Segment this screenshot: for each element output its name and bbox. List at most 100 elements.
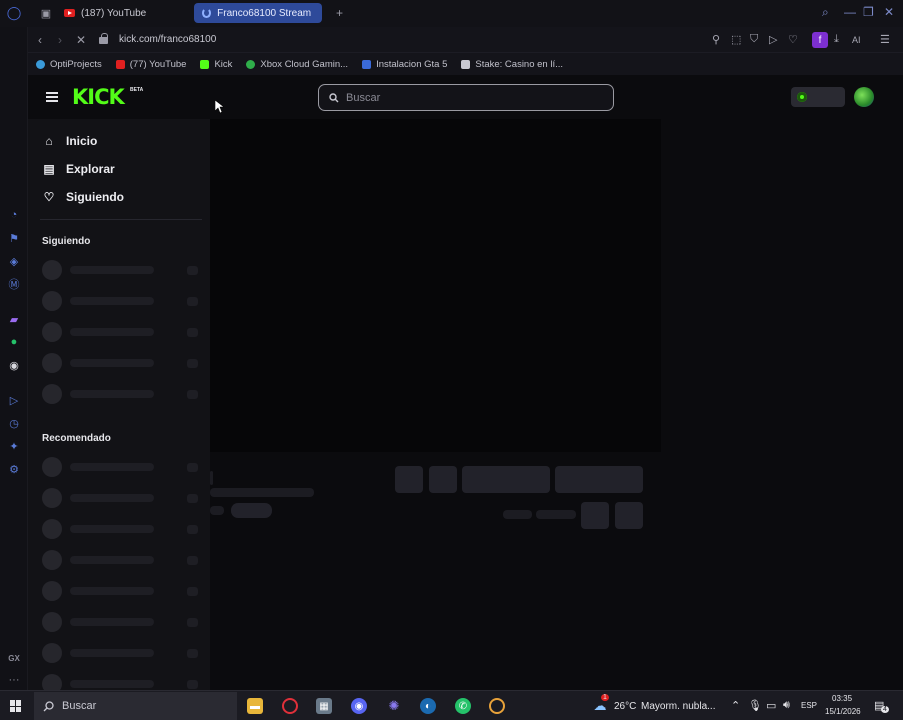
- maximize-icon[interactable]: ❐: [863, 5, 874, 19]
- gx-control-icon[interactable]: ◔: [6, 207, 22, 223]
- opera-logo-icon[interactable]: ◯: [6, 5, 22, 21]
- clock-date[interactable]: 15/1/2026: [825, 707, 861, 716]
- player-icon[interactable]: ▷: [6, 392, 22, 408]
- tab-label: (187) YouTube: [81, 7, 147, 19]
- bookmark-label: (77) YouTube: [129, 58, 187, 70]
- windows-start-icon[interactable]: [10, 700, 22, 712]
- kick-logo[interactable]: KICK: [72, 85, 125, 109]
- skeleton-row: [42, 260, 202, 280]
- gx-corner-icon[interactable]: ◈: [6, 253, 22, 269]
- pin-icon[interactable]: ⚲: [712, 33, 720, 46]
- bookmark-heart-icon[interactable]: ♡: [788, 33, 798, 46]
- optiprojects-icon: [36, 59, 45, 69]
- skeleton-button: [462, 466, 550, 493]
- whatsapp-icon[interactable]: ●: [6, 334, 22, 350]
- settings-icon[interactable]: ⚙: [6, 461, 22, 477]
- history-icon[interactable]: ◷: [6, 415, 22, 431]
- bookmark-kick[interactable]: Kick: [200, 59, 232, 70]
- discord-icon[interactable]: ◉: [6, 357, 22, 373]
- microphone-icon[interactable]: 🎙︎: [748, 699, 762, 712]
- lock-icon[interactable]: [99, 33, 108, 44]
- weather-text[interactable]: Mayorm. nubla...: [641, 701, 715, 712]
- skeleton-row: [42, 643, 202, 663]
- chevron-up-icon[interactable]: ⌃: [731, 699, 740, 712]
- user-status-button[interactable]: [791, 87, 845, 107]
- vpn-shield-icon[interactable]: ⛉: [750, 33, 758, 46]
- skeleton-button: [429, 466, 457, 493]
- recommended-section-title: Recomendado: [42, 433, 111, 444]
- app-star-icon[interactable]: ✺: [386, 698, 402, 714]
- url-field[interactable]: kick.com/franco68100: [119, 34, 216, 45]
- bookmarks-bar: OptiProjects (77) YouTube Kick Xbox Clou…: [28, 53, 903, 75]
- weather-temp[interactable]: 26°C: [614, 701, 636, 712]
- bookmark-xbox[interactable]: Xbox Cloud Gamin...: [246, 59, 348, 70]
- gta-icon: [362, 59, 372, 69]
- stake-icon: [461, 59, 471, 69]
- volume-icon[interactable]: 🔊︎: [783, 699, 790, 712]
- tab-kick-stream[interactable]: Franco68100 Stream - W: [194, 3, 322, 23]
- heart-icon: ♡: [43, 190, 55, 204]
- clock-time[interactable]: 03:35: [832, 694, 852, 703]
- skeleton-row: [42, 322, 202, 342]
- youtube-icon: [64, 9, 75, 17]
- address-bar-row: ‹ › ✕ kick.com/franco68100 ⚲ ⬚ ⛉ ▷ ♡ f ⤓…: [28, 27, 903, 53]
- search-input[interactable]: [346, 91, 586, 104]
- kick-header: KICK BETA: [28, 75, 903, 119]
- new-tab-button[interactable]: +: [328, 3, 351, 23]
- extensions-icon[interactable]: ✦: [6, 438, 22, 454]
- opera-gx-icon[interactable]: [282, 698, 298, 714]
- bookmark-label: OptiProjects: [50, 58, 102, 70]
- skeleton-row: [42, 581, 202, 601]
- nav-explorar[interactable]: ▤ Explorar: [42, 162, 114, 176]
- skeleton-row: [42, 674, 202, 690]
- obs-icon[interactable]: [489, 698, 505, 714]
- aria-icon[interactable]: ⚑: [6, 230, 22, 246]
- bookmark-stake[interactable]: Stake: Casino en lí...: [461, 59, 563, 70]
- bookmark-optiprojects[interactable]: OptiProjects: [36, 59, 102, 70]
- more-icon[interactable]: ···: [6, 672, 22, 688]
- ai-button[interactable]: AI: [852, 35, 861, 45]
- network-icon[interactable]: ▭: [766, 699, 776, 712]
- skeleton-tag: [210, 506, 224, 515]
- minimize-icon[interactable]: —: [844, 5, 856, 19]
- tab-youtube[interactable]: (187) YouTube: [56, 3, 154, 23]
- menu-icon[interactable]: [46, 92, 58, 102]
- kick-sidebar: ⌂ Inicio ▤ Explorar ♡ Siguiendo Siguiend…: [28, 119, 210, 690]
- taskbar-search-label: Buscar: [62, 700, 97, 712]
- avatar[interactable]: [854, 87, 874, 107]
- compass-icon: ▤: [43, 162, 55, 176]
- nav-inicio[interactable]: ⌂ Inicio: [42, 134, 97, 148]
- forward-icon[interactable]: ›: [58, 33, 62, 47]
- skeleton-button: [395, 466, 423, 493]
- video-popout-icon[interactable]: ▷: [769, 33, 777, 46]
- taskbar-search[interactable]: Buscar: [34, 692, 237, 720]
- file-explorer-icon[interactable]: ▬: [247, 698, 263, 714]
- notification-count: 4: [881, 706, 889, 713]
- stop-loading-icon[interactable]: ✕: [76, 33, 86, 47]
- snapshot-icon[interactable]: ⬚: [731, 33, 741, 46]
- messenger-icon[interactable]: Ⓜ: [6, 276, 22, 292]
- easy-setup-icon[interactable]: ☰: [880, 33, 890, 46]
- nav-siguiendo[interactable]: ♡ Siguiendo: [42, 190, 124, 204]
- video-player-placeholder[interactable]: [210, 119, 661, 452]
- whatsapp-icon[interactable]: ✆: [455, 698, 471, 714]
- skeleton-row: [42, 550, 202, 570]
- skeleton-row: [42, 384, 202, 404]
- search-tabs-icon[interactable]: ⌕: [822, 5, 829, 20]
- search-box[interactable]: [318, 84, 614, 111]
- discord-icon[interactable]: ◉: [351, 698, 367, 714]
- app-icon[interactable]: ▦: [316, 698, 332, 714]
- download-icon[interactable]: ⤓: [834, 33, 839, 46]
- language-indicator[interactable]: ESP: [801, 701, 817, 710]
- xbox-icon: [246, 59, 256, 69]
- close-icon[interactable]: ✕: [884, 5, 894, 19]
- back-icon[interactable]: ‹: [38, 33, 42, 47]
- extension-f-icon[interactable]: f: [812, 32, 828, 48]
- twitch-icon[interactable]: ▰: [6, 311, 22, 327]
- gx-label: GX: [8, 653, 20, 663]
- tab-snapshot-icon[interactable]: ▣: [38, 5, 54, 21]
- bookmark-youtube[interactable]: (77) YouTube: [115, 58, 187, 70]
- steam-icon[interactable]: ◐: [420, 698, 436, 714]
- mouse-cursor-icon: [215, 100, 224, 114]
- bookmark-gta[interactable]: Instalacion Gta 5: [362, 59, 447, 70]
